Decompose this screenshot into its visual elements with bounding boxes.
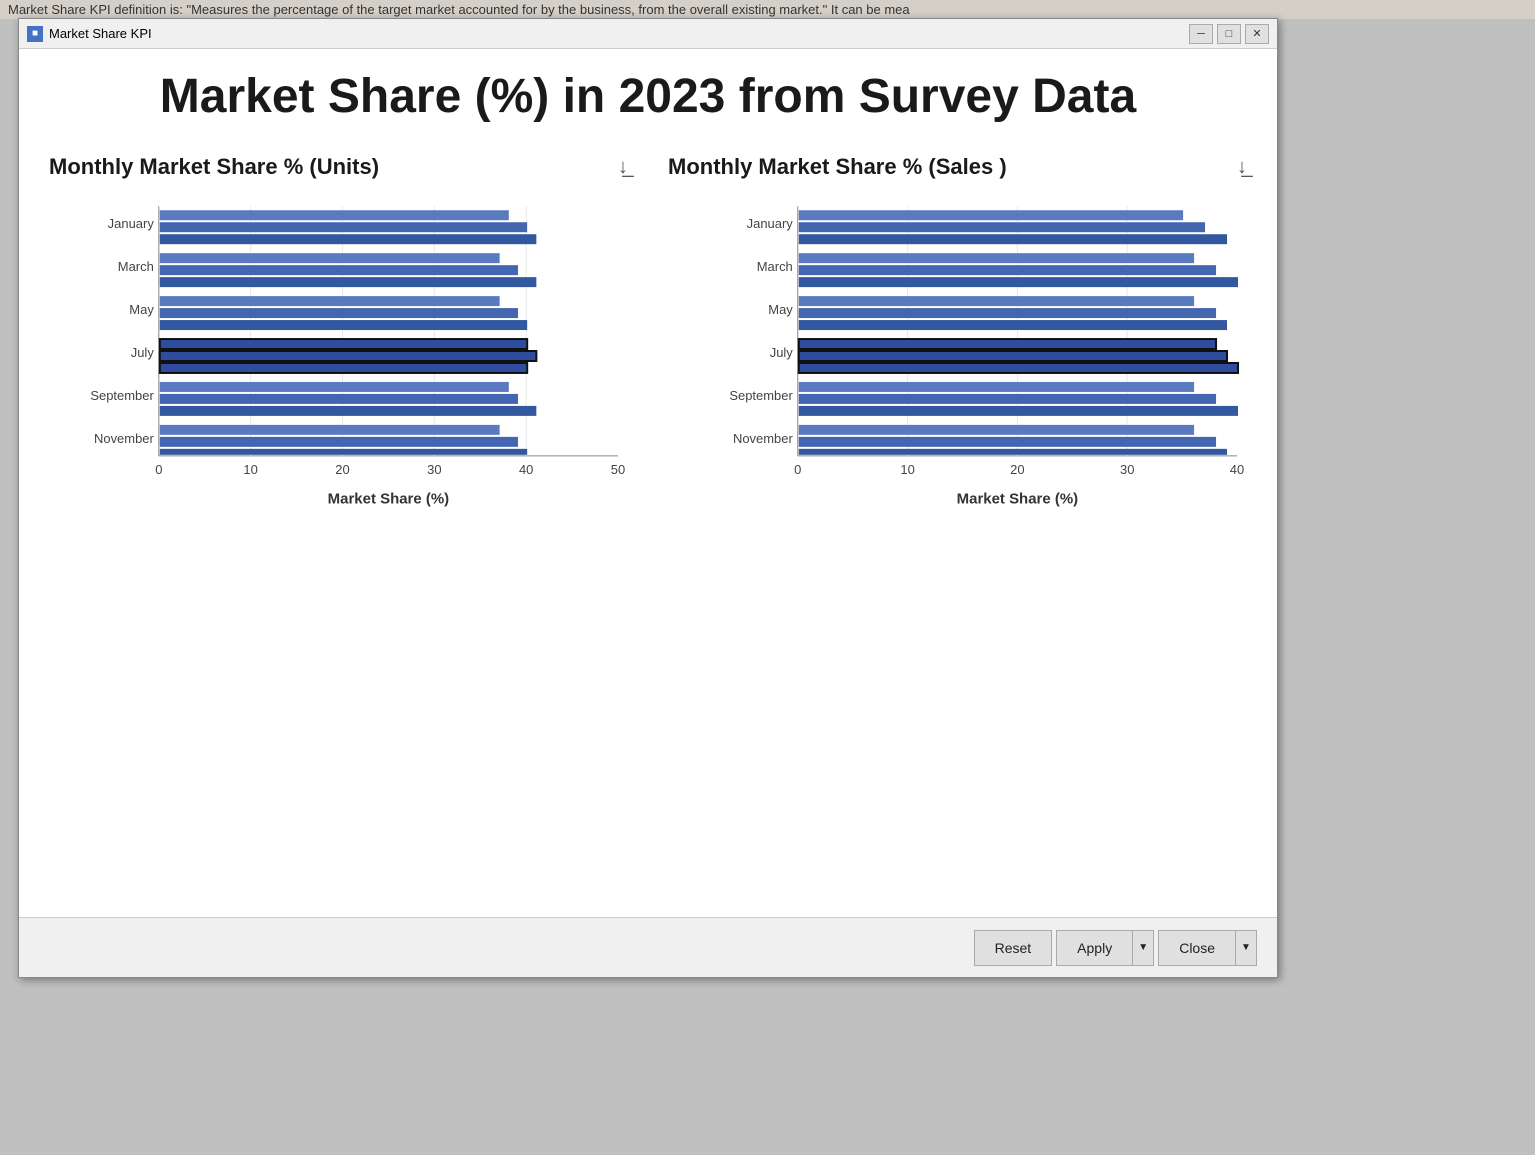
window-content: Market Share (%) in 2023 from Survey Dat… — [19, 49, 1277, 917]
window-icon: ■ — [27, 26, 43, 42]
bar — [799, 265, 1216, 275]
bar-july — [160, 351, 537, 361]
window-title: Market Share KPI — [49, 26, 1189, 41]
bar — [160, 437, 518, 447]
units-chart-svg: 0 10 20 30 40 50 Market Share (%) Januar… — [49, 196, 628, 516]
bar — [160, 222, 527, 232]
background-text: Market Share KPI definition is: "Measure… — [0, 0, 1535, 19]
svg-text:0: 0 — [155, 462, 162, 477]
close-button[interactable]: Close — [1158, 930, 1235, 966]
svg-text:September: September — [729, 388, 793, 403]
reset-button[interactable]: Reset — [974, 930, 1053, 966]
svg-text:November: November — [733, 431, 794, 446]
units-download-icon[interactable]: ↓̲ — [618, 156, 628, 179]
bar — [799, 394, 1216, 404]
bar — [160, 234, 537, 244]
units-chart-container: Monthly Market Share % (Units) ↓̲ — [49, 154, 628, 907]
close-button-group: Close ▼ — [1158, 930, 1257, 966]
svg-text:September: September — [90, 388, 154, 403]
bar-july — [799, 339, 1216, 349]
bar — [799, 425, 1194, 435]
sales-chart-svg: 0 10 20 30 40 Market Share (%) January M… — [668, 196, 1247, 516]
units-bar-chart: 0 10 20 30 40 50 Market Share (%) Januar… — [49, 196, 628, 907]
svg-text:0: 0 — [794, 462, 801, 477]
title-bar-controls: ─ □ ✕ — [1189, 24, 1269, 44]
page-title: Market Share (%) in 2023 from Survey Dat… — [49, 69, 1247, 124]
svg-text:May: May — [129, 302, 154, 317]
bar — [160, 394, 518, 404]
units-chart-title: Monthly Market Share % (Units) — [49, 154, 610, 180]
svg-text:January: January — [747, 216, 794, 231]
svg-text:20: 20 — [335, 462, 349, 477]
maximize-button[interactable]: □ — [1217, 24, 1241, 44]
bar — [160, 265, 518, 275]
bar — [799, 210, 1183, 220]
bar — [160, 296, 500, 306]
window-bottom-bar: Reset Apply ▼ Close ▼ — [19, 917, 1277, 977]
bar — [799, 308, 1216, 318]
svg-text:May: May — [768, 302, 793, 317]
bar — [160, 210, 509, 220]
svg-text:10: 10 — [243, 462, 257, 477]
svg-text:January: January — [108, 216, 155, 231]
bar — [799, 296, 1194, 306]
svg-text:20: 20 — [1010, 462, 1024, 477]
svg-text:Market Share (%): Market Share (%) — [957, 491, 1078, 508]
bar — [160, 320, 527, 330]
svg-text:30: 30 — [427, 462, 441, 477]
title-bar: ■ Market Share KPI ─ □ ✕ — [19, 19, 1277, 49]
bar — [160, 277, 537, 287]
bar-july — [160, 339, 527, 349]
svg-text:July: July — [131, 345, 155, 360]
bar — [160, 449, 527, 455]
close-dropdown-button[interactable]: ▼ — [1235, 930, 1257, 966]
bar — [799, 277, 1238, 287]
sales-bar-chart: 0 10 20 30 40 Market Share (%) January M… — [668, 196, 1247, 907]
bar — [799, 253, 1194, 263]
charts-row: Monthly Market Share % (Units) ↓̲ — [49, 154, 1247, 907]
svg-text:March: March — [757, 259, 793, 274]
main-window: ■ Market Share KPI ─ □ ✕ Market Share (%… — [18, 18, 1278, 978]
bar — [160, 253, 500, 263]
svg-text:Market Share (%): Market Share (%) — [328, 491, 449, 508]
svg-text:10: 10 — [900, 462, 914, 477]
bar — [799, 234, 1227, 244]
sales-chart-header: Monthly Market Share % (Sales ) ↓̲ — [668, 154, 1247, 180]
bar — [799, 437, 1216, 447]
sales-download-icon[interactable]: ↓̲ — [1237, 156, 1247, 179]
svg-text:50: 50 — [611, 462, 625, 477]
bar — [799, 406, 1238, 416]
bar — [799, 449, 1227, 455]
svg-text:November: November — [94, 431, 155, 446]
svg-text:March: March — [118, 259, 154, 274]
bar-july — [799, 363, 1238, 373]
bar — [799, 382, 1194, 392]
sales-chart-container: Monthly Market Share % (Sales ) ↓̲ — [668, 154, 1247, 907]
minimize-button[interactable]: ─ — [1189, 24, 1213, 44]
bar — [160, 425, 500, 435]
bar — [799, 222, 1205, 232]
bar-july — [160, 363, 527, 373]
apply-button[interactable]: Apply — [1056, 930, 1132, 966]
svg-text:40: 40 — [519, 462, 533, 477]
svg-text:July: July — [770, 345, 794, 360]
apply-button-group: Apply ▼ — [1056, 930, 1154, 966]
sales-chart-title: Monthly Market Share % (Sales ) — [668, 154, 1229, 180]
bar — [160, 382, 509, 392]
apply-dropdown-button[interactable]: ▼ — [1132, 930, 1154, 966]
bar — [160, 308, 518, 318]
units-chart-header: Monthly Market Share % (Units) ↓̲ — [49, 154, 628, 180]
bar — [799, 320, 1227, 330]
svg-text:40: 40 — [1230, 462, 1244, 477]
svg-text:30: 30 — [1120, 462, 1134, 477]
bar-july — [799, 351, 1227, 361]
close-window-button[interactable]: ✕ — [1245, 24, 1269, 44]
bar — [160, 406, 537, 416]
